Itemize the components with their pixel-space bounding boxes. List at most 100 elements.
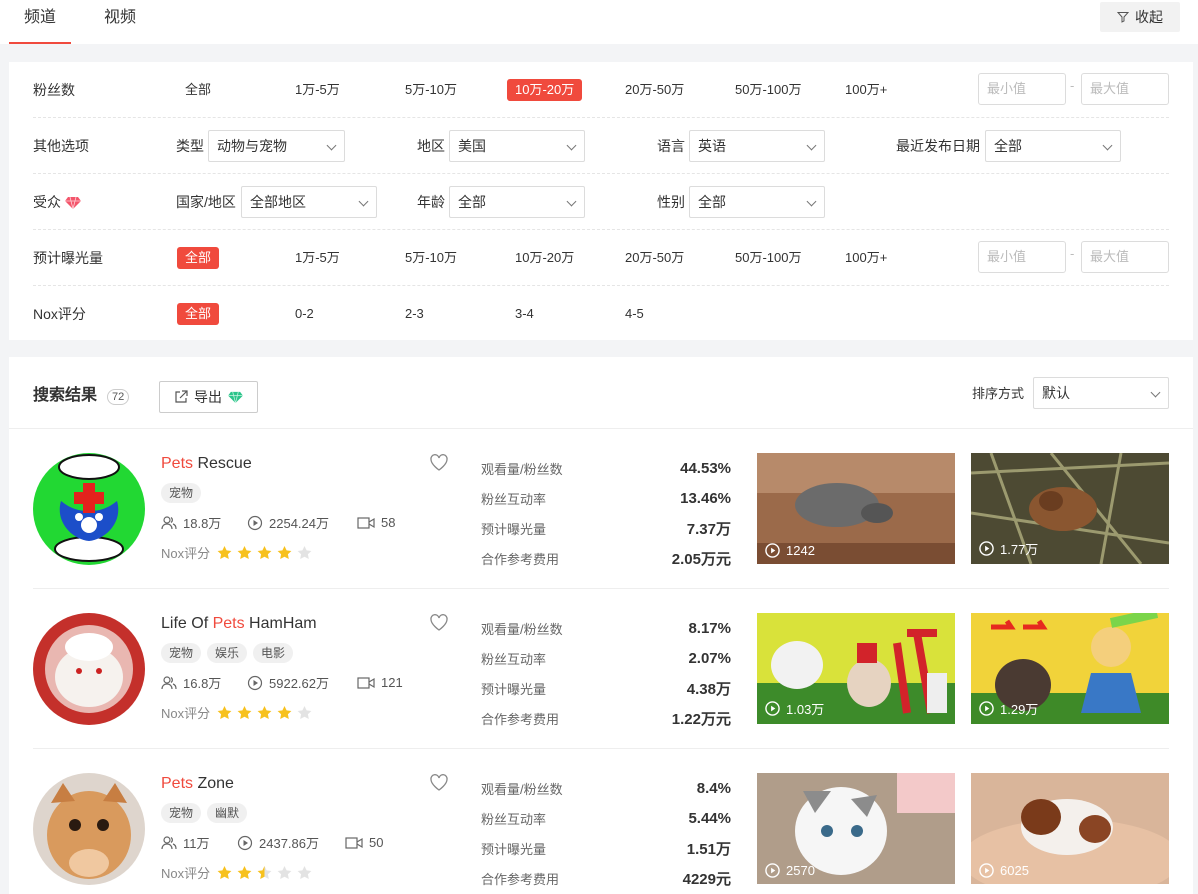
metric-label: 预计曝光量 bbox=[481, 521, 547, 537]
chevron-down-icon bbox=[806, 140, 817, 151]
age-value: 全部 bbox=[458, 194, 486, 210]
exposure-option-5[interactable]: 50万-100万 bbox=[727, 247, 809, 269]
tag[interactable]: 娱乐 bbox=[207, 643, 248, 663]
channel-stats: 18.8万 2254.24万 58 bbox=[161, 513, 395, 532]
channel-avatar[interactable] bbox=[33, 613, 145, 725]
region-select[interactable]: 美国 bbox=[449, 130, 585, 162]
heart-icon[interactable] bbox=[429, 453, 449, 473]
fans-option-6[interactable]: 100万+ bbox=[837, 79, 895, 101]
fans-option-4[interactable]: 20万-50万 bbox=[617, 79, 692, 101]
channel-row[interactable]: Life Of Pets HamHam 宠物 娱乐 电影 16.8万 5922.… bbox=[33, 589, 1169, 749]
users-icon bbox=[161, 835, 177, 849]
play-circle-icon bbox=[247, 515, 263, 530]
filter-row-fans: 粉丝数 全部 1万-5万 5万-10万 10万-20万 20万-50万 50万-… bbox=[33, 62, 1169, 118]
country-value: 全部地区 bbox=[250, 194, 306, 210]
star-filled-icon bbox=[217, 705, 232, 719]
tag[interactable]: 幽默 bbox=[207, 803, 248, 823]
tag[interactable]: 宠物 bbox=[161, 483, 202, 503]
video-thumbnail[interactable]: 1.29万 bbox=[971, 613, 1169, 724]
heart-icon[interactable] bbox=[429, 773, 449, 793]
country-select[interactable]: 全部地区 bbox=[241, 186, 377, 218]
video-thumbnail[interactable]: 1.77万 bbox=[971, 453, 1169, 564]
video-view-count: 1242 bbox=[765, 543, 815, 558]
video-thumbnail[interactable]: 6025 bbox=[971, 773, 1169, 884]
users-icon bbox=[161, 675, 177, 689]
fans-max-input[interactable]: 最大值 bbox=[1081, 73, 1169, 105]
type-label: 类型 bbox=[176, 138, 204, 154]
recent-date-value: 全部 bbox=[994, 138, 1022, 154]
star-filled-icon bbox=[217, 865, 232, 879]
sort-label: 排序方式 bbox=[972, 386, 1025, 401]
fans-option-1[interactable]: 1万-5万 bbox=[287, 79, 348, 101]
chevron-down-icon bbox=[566, 140, 577, 151]
star-empty-icon bbox=[297, 545, 312, 559]
metric-value: 4229元 bbox=[682, 870, 731, 888]
users-icon bbox=[161, 515, 177, 529]
view-count: 5922.62万 bbox=[269, 676, 329, 691]
fans-min-input[interactable]: 最小值 bbox=[978, 73, 1066, 105]
star-rating bbox=[216, 705, 313, 721]
fans-option-2[interactable]: 5万-10万 bbox=[397, 79, 465, 101]
nox-option-all[interactable]: 全部 bbox=[177, 303, 220, 325]
type-select[interactable]: 动物与宠物 bbox=[208, 130, 345, 162]
channel-avatar[interactable] bbox=[33, 453, 145, 565]
videos-stat: 58 bbox=[357, 515, 395, 530]
metric-label: 预计曝光量 bbox=[481, 681, 547, 697]
metric-label: 观看量/粉丝数 bbox=[481, 781, 563, 797]
channel-metrics: 观看量/粉丝数 44.53% 粉丝互动率 13.46% 预计曝光量 7.37万 合作参… bbox=[481, 453, 731, 573]
nox-option-4[interactable]: 4-5 bbox=[617, 303, 652, 325]
video-thumbnail[interactable]: 2570 bbox=[757, 773, 955, 884]
star-rating bbox=[216, 545, 313, 561]
channel-row[interactable]: Pets Zone 宠物 幽默 11万 2437.86万 50 Nox评分 观看… bbox=[33, 749, 1169, 894]
fans-option-all[interactable]: 全部 bbox=[177, 79, 219, 101]
exposure-option-3[interactable]: 10万-20万 bbox=[507, 247, 582, 269]
exposure-option-4[interactable]: 20万-50万 bbox=[617, 247, 692, 269]
thumb-views: 1242 bbox=[786, 543, 815, 558]
heart-icon[interactable] bbox=[429, 613, 449, 633]
star-filled-icon bbox=[237, 865, 252, 879]
nox-filter-label: Nox评分 bbox=[33, 306, 86, 322]
exposure-label: 预计曝光量 bbox=[33, 250, 103, 266]
metric-label: 观看量/粉丝数 bbox=[481, 621, 563, 637]
tag[interactable]: 宠物 bbox=[161, 643, 202, 663]
channel-avatar[interactable] bbox=[33, 773, 145, 885]
tag[interactable]: 宠物 bbox=[161, 803, 202, 823]
tab-channel[interactable]: 频道 bbox=[8, 0, 72, 44]
metric-row: 粉丝互动率 5.44% bbox=[481, 803, 731, 833]
exposure-option-6[interactable]: 100万+ bbox=[837, 247, 895, 269]
thumb-views: 6025 bbox=[1000, 863, 1029, 878]
view-count: 2254.24万 bbox=[269, 516, 329, 531]
tab-video[interactable]: 视频 bbox=[104, 0, 136, 44]
metric-value: 13.46% bbox=[680, 489, 731, 507]
exposure-option-1[interactable]: 1万-5万 bbox=[287, 247, 348, 269]
age-select[interactable]: 全部 bbox=[449, 186, 585, 218]
export-button[interactable]: 导出 bbox=[159, 381, 258, 413]
language-select[interactable]: 英语 bbox=[689, 130, 825, 162]
video-thumbnail[interactable]: 1242 bbox=[757, 453, 955, 564]
collapse-button[interactable]: 收起 bbox=[1100, 2, 1180, 32]
gender-select[interactable]: 全部 bbox=[689, 186, 825, 218]
fans-option-3[interactable]: 10万-20万 bbox=[507, 79, 583, 101]
channel-metrics: 观看量/粉丝数 8.17% 粉丝互动率 2.07% 预计曝光量 4.38万 合作参考费… bbox=[481, 613, 731, 733]
country-label: 国家/地区 bbox=[176, 194, 236, 210]
video-thumbnail[interactable]: 1.03万 bbox=[757, 613, 955, 724]
nox-option-2[interactable]: 2-3 bbox=[397, 303, 432, 325]
channel-name[interactable]: Life Of Pets HamHam bbox=[161, 615, 317, 633]
metric-label: 粉丝互动率 bbox=[481, 491, 547, 507]
nox-option-3[interactable]: 3-4 bbox=[507, 303, 542, 325]
sort-select[interactable]: 默认 bbox=[1033, 377, 1169, 409]
tag[interactable]: 电影 bbox=[253, 643, 294, 663]
exposure-option-2[interactable]: 5万-10万 bbox=[397, 247, 465, 269]
channel-row[interactable]: Pets Rescue 宠物 18.8万 2254.24万 58 Nox评分 观… bbox=[33, 429, 1169, 589]
channel-name[interactable]: Pets Rescue bbox=[161, 455, 252, 473]
star-filled-icon bbox=[237, 545, 252, 559]
metric-row: 观看量/粉丝数 44.53% bbox=[481, 453, 731, 483]
exposure-option-all[interactable]: 全部 bbox=[177, 247, 220, 269]
fans-option-5[interactable]: 50万-100万 bbox=[727, 79, 809, 101]
chevron-down-icon bbox=[358, 196, 369, 207]
channel-name[interactable]: Pets Zone bbox=[161, 775, 234, 793]
recent-date-select[interactable]: 全部 bbox=[985, 130, 1121, 162]
exposure-min-input[interactable]: 最小值 bbox=[978, 241, 1066, 273]
exposure-max-input[interactable]: 最大值 bbox=[1081, 241, 1169, 273]
nox-option-1[interactable]: 0-2 bbox=[287, 303, 322, 325]
